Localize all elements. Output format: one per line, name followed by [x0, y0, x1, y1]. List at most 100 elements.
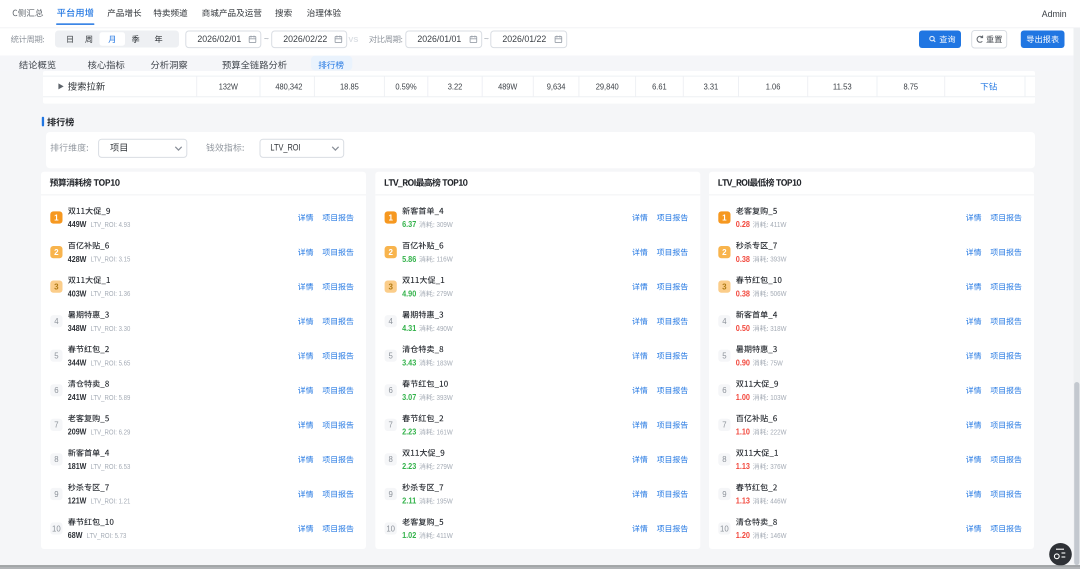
svg-text:309W: 309W	[437, 222, 454, 229]
svg-text:5: 5	[389, 352, 394, 361]
svg-text:428W: 428W	[68, 255, 87, 264]
svg-text:LTV_ROI: 6.53: LTV_ROI: 6.53	[91, 464, 131, 471]
svg-text:2026/02/22: 2026/02/22	[283, 34, 327, 44]
svg-text:8: 8	[389, 455, 393, 464]
svg-text:LTV_ROI: 5.73: LTV_ROI: 5.73	[87, 533, 127, 540]
svg-text:18.85: 18.85	[340, 82, 359, 91]
svg-text:3: 3	[54, 283, 59, 292]
svg-text:103W: 103W	[770, 395, 787, 402]
svg-text:8.75: 8.75	[904, 82, 919, 91]
svg-text:9: 9	[722, 490, 726, 499]
svg-text:279W: 279W	[437, 291, 454, 298]
svg-text:121W: 121W	[68, 497, 87, 506]
svg-text:29,840: 29,840	[596, 82, 619, 91]
svg-text:506W: 506W	[770, 291, 787, 298]
svg-text:161W: 161W	[437, 430, 454, 437]
svg-text:183W: 183W	[437, 360, 454, 367]
svg-text:3.22: 3.22	[448, 82, 463, 91]
svg-text:1.20: 1.20	[736, 531, 751, 540]
svg-text:6.61: 6.61	[652, 82, 667, 91]
svg-text:11.53: 11.53	[833, 82, 852, 91]
svg-text:LTV_ROI: 3.30: LTV_ROI: 3.30	[91, 326, 131, 333]
svg-text:4: 4	[54, 317, 59, 326]
svg-text:7: 7	[722, 421, 726, 430]
svg-text:241W: 241W	[68, 393, 87, 402]
svg-text:1.02: 1.02	[402, 531, 417, 540]
svg-text:7: 7	[389, 421, 393, 430]
svg-text:VS: VS	[348, 35, 358, 44]
svg-text:489W: 489W	[498, 82, 517, 91]
svg-text:9: 9	[389, 490, 393, 499]
svg-text:6: 6	[389, 386, 393, 395]
svg-text:75W: 75W	[770, 360, 783, 367]
svg-text:4.90: 4.90	[402, 289, 417, 298]
svg-text:4: 4	[722, 317, 727, 326]
svg-text:181W: 181W	[68, 462, 87, 471]
svg-text:8: 8	[722, 455, 726, 464]
svg-text:4.31: 4.31	[402, 324, 417, 333]
svg-text:0.59%: 0.59%	[395, 82, 416, 91]
svg-text:~: ~	[484, 34, 489, 44]
svg-text:LTV_ROI: 5.89: LTV_ROI: 5.89	[91, 395, 131, 402]
svg-text:6: 6	[722, 386, 726, 395]
svg-text:3.43: 3.43	[402, 358, 417, 367]
svg-text:3.07: 3.07	[402, 393, 417, 402]
svg-text:1.13: 1.13	[736, 497, 751, 506]
svg-text:~: ~	[264, 34, 269, 44]
svg-text:2: 2	[54, 248, 59, 257]
svg-text:4: 4	[389, 317, 394, 326]
svg-text:446W: 446W	[770, 499, 787, 506]
svg-text:393W: 393W	[770, 257, 787, 264]
svg-text:6.37: 6.37	[402, 220, 417, 229]
svg-text:5: 5	[54, 352, 59, 361]
svg-text:1.00: 1.00	[736, 393, 751, 402]
svg-text:6: 6	[54, 386, 58, 395]
svg-text:10: 10	[52, 524, 61, 533]
svg-text:393W: 393W	[437, 395, 454, 402]
svg-text:7: 7	[54, 421, 58, 430]
svg-text:0.38: 0.38	[736, 255, 751, 264]
svg-text:9,634: 9,634	[547, 82, 566, 91]
svg-text:1: 1	[722, 213, 727, 222]
svg-text:10: 10	[386, 524, 395, 533]
svg-text:1.13: 1.13	[736, 462, 751, 471]
svg-text:3: 3	[388, 283, 393, 292]
svg-text:LTV_ROI: 1.36: LTV_ROI: 1.36	[91, 291, 131, 298]
svg-text:1.06: 1.06	[766, 82, 781, 91]
svg-text:LTV_ROI: 1.21: LTV_ROI: 1.21	[91, 499, 131, 506]
svg-text:LTV_ROI: 5.65: LTV_ROI: 5.65	[91, 360, 131, 367]
svg-text:480,342: 480,342	[275, 82, 302, 91]
svg-text:116W: 116W	[437, 257, 454, 264]
svg-text:195W: 195W	[437, 499, 454, 506]
svg-text:2: 2	[722, 248, 727, 257]
svg-text:1.10: 1.10	[736, 428, 751, 437]
svg-text:5.86: 5.86	[402, 255, 417, 264]
svg-text:0.28: 0.28	[736, 220, 751, 229]
svg-text:LTV_ROI: LTV_ROI	[270, 143, 300, 153]
svg-text:2026/02/01: 2026/02/01	[197, 34, 241, 44]
svg-text:Admin: Admin	[1042, 9, 1067, 19]
svg-text:411W: 411W	[437, 533, 454, 540]
svg-text:10: 10	[720, 524, 729, 533]
svg-text:68W: 68W	[68, 531, 83, 540]
svg-text:9: 9	[54, 490, 58, 499]
svg-text:403W: 403W	[68, 289, 87, 298]
svg-text:2.11: 2.11	[402, 497, 417, 506]
svg-text:5: 5	[722, 352, 727, 361]
svg-text:318W: 318W	[770, 326, 787, 333]
svg-text:490W: 490W	[437, 326, 454, 333]
svg-text:344W: 344W	[68, 358, 87, 367]
svg-text:449W: 449W	[68, 220, 87, 229]
svg-text:2026/01/22: 2026/01/22	[502, 34, 546, 44]
svg-text:146W: 146W	[770, 533, 787, 540]
svg-text:411W: 411W	[770, 222, 787, 229]
svg-text:0.38: 0.38	[736, 289, 751, 298]
svg-text:2: 2	[388, 248, 393, 257]
svg-text:2026/01/01: 2026/01/01	[417, 34, 461, 44]
svg-text:LTV_ROI: 6.29: LTV_ROI: 6.29	[91, 430, 131, 437]
svg-text:132W: 132W	[219, 82, 238, 91]
svg-text:LTV_ROI: 3.15: LTV_ROI: 3.15	[91, 257, 131, 264]
svg-text:8: 8	[54, 455, 58, 464]
svg-text:209W: 209W	[68, 428, 87, 437]
svg-text:2.23: 2.23	[402, 462, 417, 471]
